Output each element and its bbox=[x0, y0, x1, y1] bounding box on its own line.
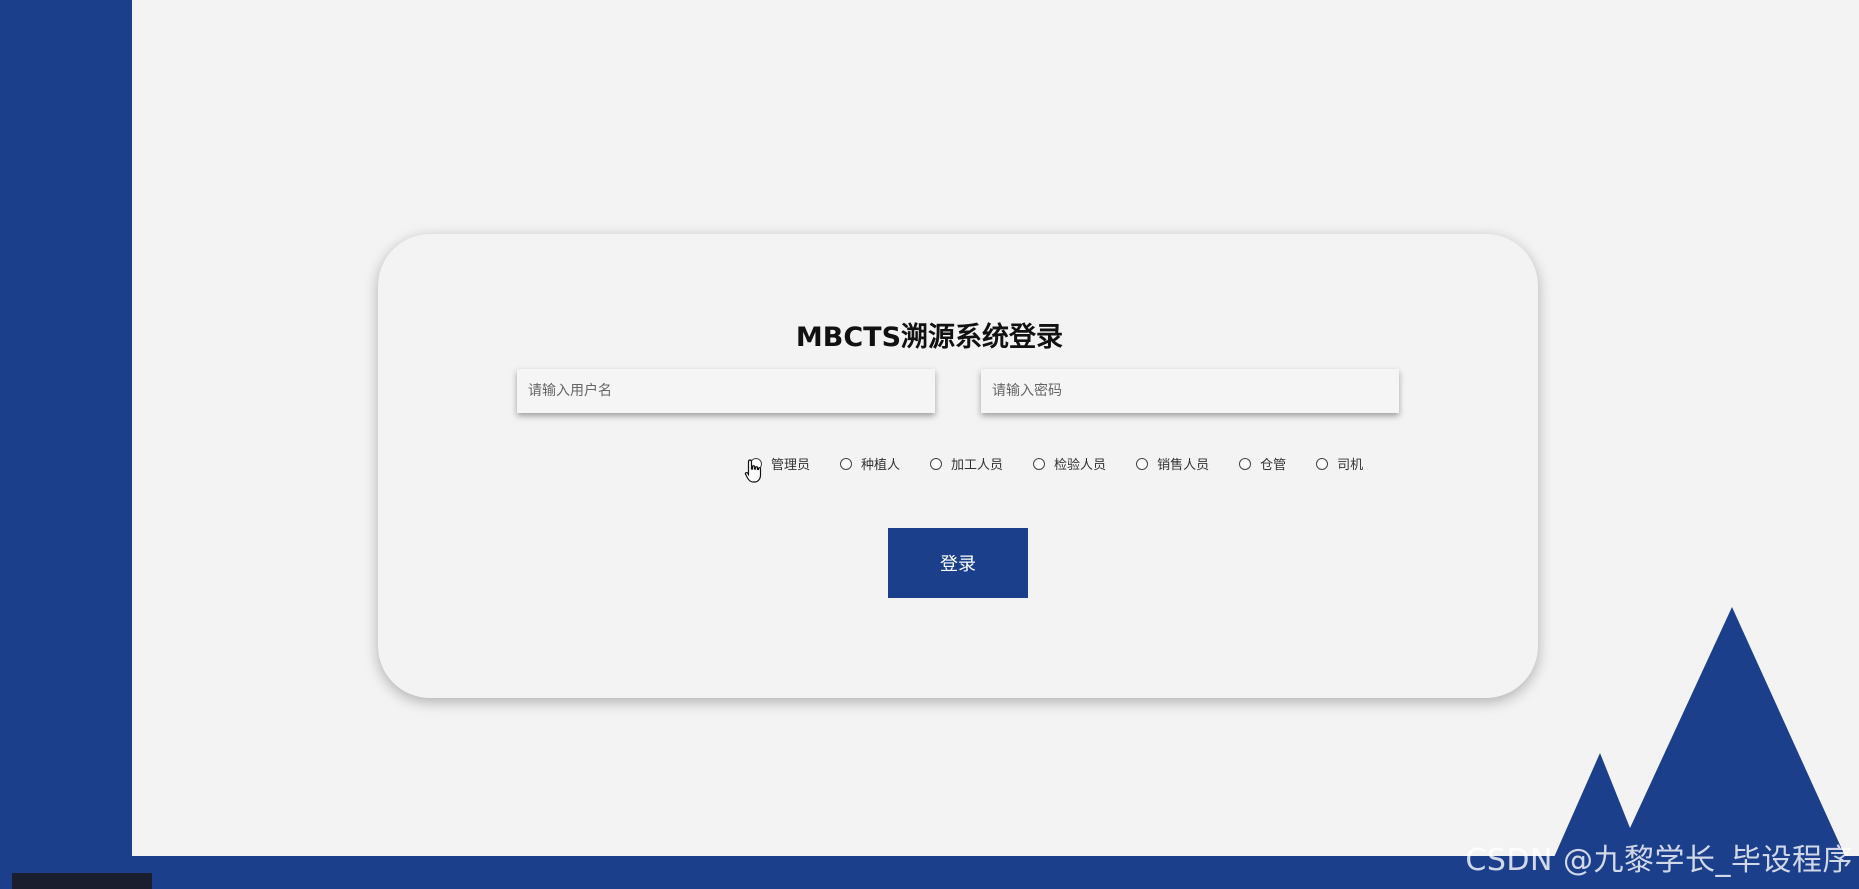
radio-button[interactable] bbox=[930, 457, 943, 470]
role-label: 司机 bbox=[1337, 458, 1364, 473]
role-planter[interactable]: 种植人 bbox=[840, 454, 900, 473]
radio-button[interactable] bbox=[1033, 457, 1046, 470]
login-title: MBCTS溯源系统登录 bbox=[795, 322, 1064, 353]
role-warehouse[interactable]: 仓管 bbox=[1239, 454, 1286, 473]
role-radio-group: 管理员 种植人 加工人员 检验人员 销售人员 仓管 司机 bbox=[750, 454, 1363, 473]
radio-button[interactable] bbox=[1316, 457, 1329, 470]
role-label: 销售人员 bbox=[1157, 458, 1210, 473]
role-driver[interactable]: 司机 bbox=[1316, 454, 1363, 473]
watermark-text: CSDN @九黎学长_毕设程序 bbox=[1465, 843, 1853, 878]
password-input[interactable] bbox=[981, 369, 1399, 413]
role-label: 加工人员 bbox=[951, 458, 1004, 473]
role-label: 检验人员 bbox=[1054, 458, 1107, 473]
hand-pointer-icon bbox=[744, 459, 762, 483]
login-button[interactable]: 登录 bbox=[888, 528, 1028, 598]
radio-button[interactable] bbox=[1136, 457, 1149, 470]
radio-button[interactable] bbox=[840, 457, 853, 470]
radio-button[interactable] bbox=[1239, 457, 1252, 470]
username-input[interactable] bbox=[517, 369, 935, 413]
role-label: 种植人 bbox=[861, 458, 901, 473]
taskbar-item bbox=[12, 873, 152, 889]
role-inspector[interactable]: 检验人员 bbox=[1033, 454, 1106, 473]
role-processor[interactable]: 加工人员 bbox=[930, 454, 1003, 473]
role-seller[interactable]: 销售人员 bbox=[1136, 454, 1209, 473]
role-label: 仓管 bbox=[1260, 458, 1287, 473]
role-label: 管理员 bbox=[771, 458, 811, 473]
